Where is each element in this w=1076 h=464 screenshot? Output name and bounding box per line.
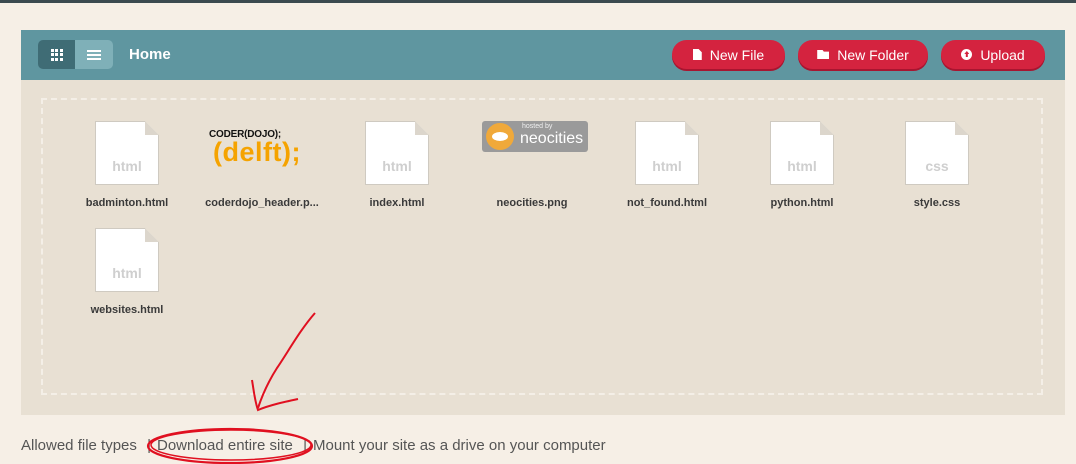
folder-icon [817,50,830,59]
file-name: websites.html [90,304,164,316]
file-name: index.html [369,197,425,209]
file-name: style.css [913,197,961,209]
upload-icon [961,49,973,60]
upload-label: Upload [980,46,1025,63]
file-ext: html [112,265,142,281]
file-icon [692,49,702,60]
file-name: neocities.png [496,197,568,209]
file-name: coderdojo_header.p... [205,197,319,209]
coderdojo-thumbnail: CODER(DOJO); (delft); [209,129,301,167]
footer-links: Allowed file types | Download entire site… [21,437,606,454]
file-ext: html [652,158,682,174]
file-ext: html [787,158,817,174]
new-folder-label: New Folder [837,46,909,63]
file-item[interactable]: html python.html [737,121,867,221]
file-item[interactable]: css style.css [872,121,1002,221]
neocities-cat-icon [486,123,514,150]
download-site-link[interactable]: Download entire site [157,437,293,454]
file-item[interactable]: html websites.html [62,228,192,328]
list-icon [87,49,101,60]
file-name: badminton.html [85,197,169,209]
new-folder-button[interactable]: New Folder [798,40,928,69]
file-ext: css [925,158,949,174]
file-name: not_found.html [626,197,708,209]
file-ext: html [382,158,412,174]
panel-header: Home New File New Folder Upload [21,30,1065,80]
mount-drive-link[interactable]: Mount your site as a drive on your compu… [313,437,606,454]
file-item[interactable]: html index.html [332,121,462,221]
allowed-file-types-link[interactable]: Allowed file types [21,437,137,454]
separator: | [303,437,307,454]
new-file-label: New File [709,46,765,63]
list-view-button[interactable] [75,40,113,69]
neocities-thumbnail: hosted by neocities [482,121,588,152]
top-bar [0,0,1076,3]
grid-icon [50,48,63,61]
file-item[interactable]: hosted by neocities neocities.png [467,121,597,221]
file-item[interactable]: html badminton.html [62,121,192,221]
file-manager-panel: Home New File New Folder Upload html bad… [21,30,1065,415]
separator: | [147,437,151,454]
view-toggle [38,40,113,69]
file-item[interactable]: CODER(DOJO); (delft); coderdojo_header.p… [197,121,327,221]
file-ext: html [112,158,142,174]
file-name: python.html [770,197,834,209]
upload-button[interactable]: Upload [941,40,1045,69]
page-title: Home [129,46,171,63]
file-item[interactable]: html not_found.html [602,121,732,221]
new-file-button[interactable]: New File [672,40,785,69]
grid-view-button[interactable] [38,40,75,69]
